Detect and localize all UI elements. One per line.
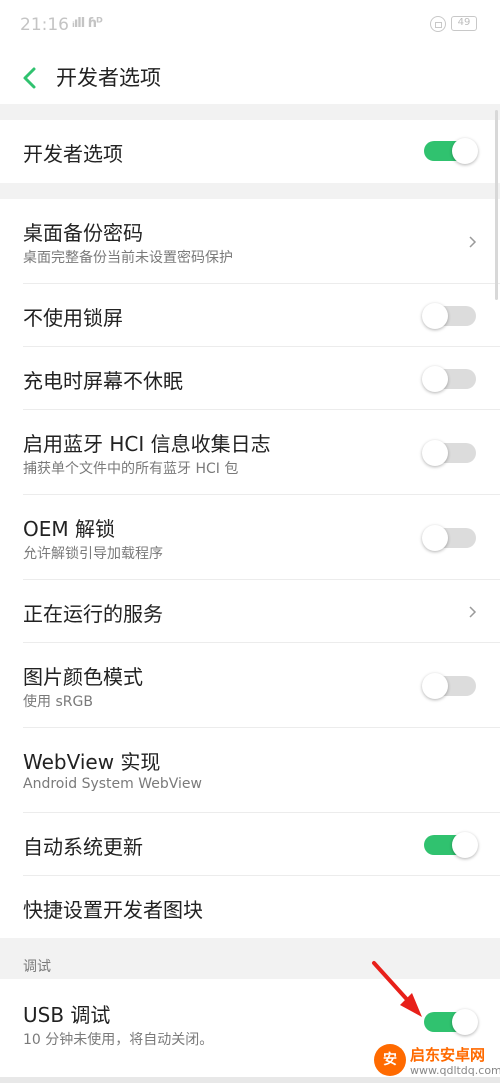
row-label: 充电时屏幕不休眠 [23,369,183,393]
row-label: 不使用锁屏 [23,306,123,330]
row-subtitle: 捕获单个文件中的所有蓝牙 HCI 包 [23,461,239,477]
toggle-knob [452,138,478,164]
status-bar: 21:16 ᵢıll ɦᴰ 49 [0,0,500,50]
usb-debugging-toggle[interactable] [422,1009,478,1035]
watermark-name: 启东安卓网 [410,1046,486,1064]
settings-row[interactable]: 自动系统更新 [0,813,500,876]
row-subtitle: Android System WebView [23,776,202,792]
scrollbar[interactable] [495,110,498,300]
row-subtitle: 桌面完整备份当前未设置密码保护 [23,250,233,266]
settings-row[interactable]: WebView 实现 Android System WebView [0,728,500,813]
developer-options-master-row[interactable]: 开发者选项 [0,120,500,183]
row-subtitle: 允许解锁引导加载程序 [23,546,163,562]
row-label: OEM 解锁 [23,517,115,541]
chevron-right-icon [469,235,477,248]
settings-row[interactable]: 图片颜色模式使用 sRGB [0,643,500,728]
signal-icon: ᵢıll ɦᴰ [72,16,103,31]
watermark-logo-icon: 安 [374,1044,406,1076]
settings-row[interactable]: 充电时屏幕不休眠 [0,347,500,410]
annotation-arrow-icon [372,961,422,1017]
settings-row[interactable]: 桌面备份密码桌面完整备份当前未设置密码保护 [0,199,500,284]
settings-row[interactable]: 正在运行的服务 [0,580,500,643]
row-toggle[interactable] [422,439,478,466]
row-label: 正在运行的服务 [23,602,163,626]
row-label: 图片颜色模式 [23,665,143,689]
toggle-knob [452,1009,478,1035]
settings-row[interactable]: 快捷设置开发者图块 [0,876,500,939]
toggle-knob [422,302,448,329]
chevron-right-icon [469,605,477,618]
section-gap [0,183,500,199]
watermark-url: www.qdltdq.com [410,1064,500,1077]
toggle-knob [422,365,448,392]
row-subtitle: 使用 sRGB [23,694,93,710]
app-header: 开发者选项 [0,50,500,104]
row-toggle[interactable] [422,302,478,329]
settings-row[interactable]: OEM 解锁允许解锁引导加载程序 [0,495,500,580]
toggle-knob [422,672,448,699]
row-toggle[interactable] [422,831,478,858]
settings-row[interactable]: 启用蓝牙 HCI 信息收集日志捕获单个文件中的所有蓝牙 HCI 包 [0,410,500,495]
row-label: WebView 实现 [23,750,161,774]
row-toggle[interactable] [422,672,478,699]
settings-row[interactable]: 不使用锁屏 [0,284,500,347]
status-time: 21:16 [20,15,69,35]
row-toggle[interactable] [422,524,478,551]
page-title: 开发者选项 [56,66,161,90]
row-label: 自动系统更新 [23,835,143,859]
toggle-knob [422,524,448,551]
watermark: 安 启东安卓网 www.qdltdq.com [370,1040,500,1083]
developer-options-toggle[interactable] [422,138,478,164]
row-label: 开发者选项 [23,142,123,166]
row-toggle[interactable] [422,365,478,392]
row-label: 快捷设置开发者图块 [23,898,203,922]
row-label: 启用蓝牙 HCI 信息收集日志 [23,432,271,456]
section-title: 调试 [23,959,51,975]
section-gap [0,104,500,120]
toggle-knob [452,831,478,858]
row-label: USB 调试 [23,1003,111,1027]
back-arrow-icon[interactable] [18,58,48,98]
toggle-knob [422,439,448,466]
row-subtitle: 10 分钟未使用，将自动关闭。 [23,1032,214,1048]
row-label: 桌面备份密码 [23,221,143,245]
rotation-lock-icon [430,16,446,32]
battery-icon: 49 [451,16,477,31]
